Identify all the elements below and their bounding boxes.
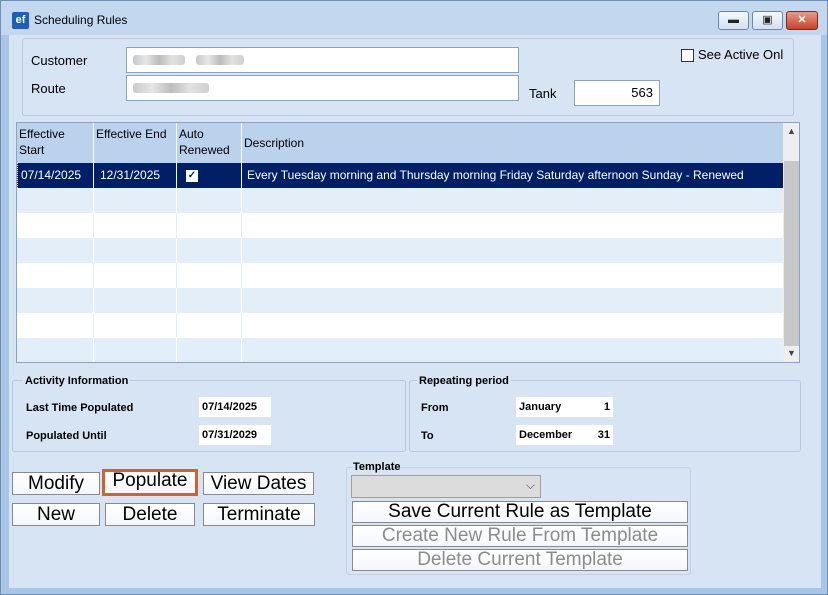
- chevron-down-icon[interactable]: ⌵: [526, 478, 535, 493]
- minimize-icon: ▬: [728, 14, 739, 26]
- to-label: To: [421, 430, 434, 442]
- to-month: December: [519, 429, 573, 441]
- scheduling-rules-window: ef Scheduling Rules ▬ ▣ ✕ Customer Route…: [0, 0, 828, 595]
- cell-effective-end[interactable]: 12/31/2025: [94, 163, 177, 188]
- to-field: December 31: [516, 425, 613, 445]
- grid-header: Effective Start Effective End Auto Renew…: [17, 123, 783, 163]
- route-field[interactable]: [126, 75, 519, 101]
- tank-field[interactable]: 563: [574, 80, 660, 106]
- app-logo-icon: ef: [12, 12, 29, 29]
- cell-description[interactable]: Every Tuesday morning and Thursday morni…: [242, 163, 783, 188]
- rules-grid[interactable]: Effective Start Effective End Auto Renew…: [16, 122, 800, 363]
- last-populated-label: Last Time Populated: [26, 402, 134, 414]
- save-template-button[interactable]: Save Current Rule as Template: [352, 501, 688, 523]
- auto-renewed-checkbox-icon[interactable]: ✓: [186, 169, 198, 182]
- table-row[interactable]: [17, 213, 783, 238]
- scroll-down-icon[interactable]: ▼: [783, 345, 799, 362]
- close-button[interactable]: ✕: [786, 11, 818, 30]
- cell-auto-renewed[interactable]: ✓: [177, 163, 242, 188]
- activity-information-panel: Activity Information Last Time Populated…: [12, 375, 406, 452]
- table-row[interactable]: 07/14/2025 12/31/2025 ✓ Every Tuesday mo…: [17, 163, 783, 188]
- redacted-text: [133, 55, 185, 65]
- populated-until-value: 07/31/2029: [199, 425, 271, 445]
- from-field: January 1: [516, 397, 613, 417]
- column-header-description[interactable]: Description: [242, 123, 783, 163]
- client-area: Customer Route Tank 563 See Active Onl E…: [9, 35, 821, 588]
- last-populated-value: 07/14/2025: [199, 397, 271, 417]
- terminate-button[interactable]: Terminate: [203, 503, 315, 526]
- grid-vertical-scrollbar[interactable]: ▲ ▼: [783, 123, 799, 362]
- column-header-effective-end[interactable]: Effective End: [94, 123, 177, 163]
- customer-field[interactable]: [126, 47, 519, 73]
- modify-button[interactable]: Modify: [12, 472, 100, 495]
- table-row[interactable]: [17, 263, 783, 288]
- populate-button[interactable]: Populate: [102, 469, 198, 496]
- title-bar[interactable]: ef Scheduling Rules ▬ ▣ ✕: [1, 1, 827, 35]
- window-title: Scheduling Rules: [34, 13, 128, 27]
- from-day: 1: [603, 401, 610, 413]
- populated-until-label: Populated Until: [26, 430, 107, 442]
- from-month: January: [519, 401, 562, 413]
- cell-effective-start[interactable]: 07/14/2025: [17, 163, 94, 188]
- view-dates-button[interactable]: View Dates: [203, 472, 314, 495]
- customer-label: Customer: [31, 53, 88, 68]
- tank-label: Tank: [529, 86, 557, 101]
- table-row[interactable]: [17, 313, 783, 338]
- create-from-template-button[interactable]: Create New Rule From Template: [352, 525, 688, 547]
- delete-template-button[interactable]: Delete Current Template: [352, 549, 688, 571]
- from-label: From: [421, 402, 449, 414]
- route-label: Route: [31, 81, 66, 96]
- maximize-icon: ▣: [762, 14, 773, 26]
- new-button[interactable]: New: [12, 503, 100, 526]
- delete-button[interactable]: Delete: [105, 503, 195, 526]
- close-icon: ✕: [797, 14, 807, 26]
- header-panel: Customer Route Tank 563 See Active Onl: [22, 38, 794, 116]
- repeating-period-panel: Repeating period From January 1 To Decem…: [409, 375, 801, 452]
- template-label: Template: [352, 461, 402, 473]
- see-active-checkbox[interactable]: [681, 49, 694, 62]
- minimize-button[interactable]: ▬: [718, 11, 749, 30]
- column-header-auto-renewed[interactable]: Auto Renewed: [177, 123, 242, 163]
- scroll-up-icon[interactable]: ▲: [783, 123, 799, 140]
- maximize-button[interactable]: ▣: [752, 11, 783, 30]
- table-row[interactable]: [17, 238, 783, 263]
- redacted-text: [133, 83, 209, 93]
- to-day: 31: [597, 429, 610, 441]
- repeating-period-title: Repeating period: [417, 375, 511, 387]
- column-header-effective-start[interactable]: Effective Start: [17, 123, 94, 163]
- table-row[interactable]: [17, 288, 783, 313]
- scrollbar-thumb[interactable]: [784, 161, 799, 346]
- table-row[interactable]: [17, 188, 783, 213]
- activity-information-title: Activity Information: [23, 375, 131, 387]
- redacted-text: [196, 55, 245, 65]
- see-active-label: See Active Onl: [698, 47, 784, 62]
- template-panel: Template ⌵ Save Current Rule as Template…: [346, 461, 691, 575]
- table-row[interactable]: [17, 338, 783, 362]
- template-dropdown[interactable]: ⌵: [351, 475, 541, 498]
